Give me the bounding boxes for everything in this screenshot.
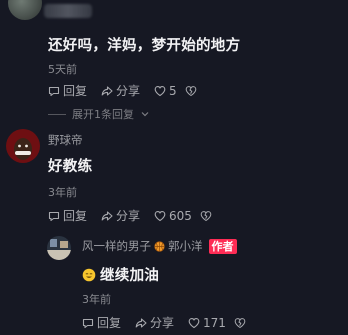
- chevron-down-icon: [141, 112, 149, 117]
- like-button[interactable]: 5: [154, 84, 177, 98]
- broken-heart-icon: [200, 210, 212, 221]
- heart-icon: [188, 317, 200, 328]
- avatar-image: [6, 129, 40, 163]
- basketball-icon: [154, 240, 165, 252]
- reply-icon: [48, 211, 60, 221]
- share-button[interactable]: 分享: [135, 314, 174, 331]
- like-count: 605: [169, 208, 192, 223]
- comment-text: 还好吗，洋妈，梦开始的地方: [48, 38, 241, 54]
- broken-heart-icon: [234, 317, 246, 328]
- smile-emoji-icon: [82, 268, 96, 281]
- share-button[interactable]: 分享: [101, 82, 140, 99]
- dislike-button[interactable]: [200, 210, 212, 222]
- like-count: 171: [203, 315, 226, 330]
- reply-time: 3年前: [82, 293, 111, 306]
- avatar[interactable]: [47, 236, 71, 260]
- reply-icon: [48, 86, 60, 96]
- comment-text: 好教练: [48, 159, 93, 175]
- reply-username[interactable]: 风一样的男子: [82, 238, 151, 254]
- expand-label: 展开1条回复: [72, 108, 134, 121]
- avatar-image: [47, 236, 71, 260]
- share-icon: [101, 85, 113, 96]
- avatar[interactable]: [8, 0, 42, 20]
- comment-actions: 回复 分享 5: [48, 82, 211, 99]
- share-label: 分享: [116, 209, 141, 223]
- share-button[interactable]: 分享: [101, 207, 140, 224]
- expand-replies-button[interactable]: 展开1条回复: [48, 106, 150, 122]
- author-badge: 作者: [208, 238, 237, 254]
- reply-icon: [82, 318, 94, 328]
- like-button[interactable]: 605: [154, 209, 192, 223]
- reply-text: 继续加油: [100, 268, 160, 284]
- reply-actions: 回复 分享 171: [82, 314, 260, 331]
- reply-text-row: 继续加油: [82, 264, 159, 285]
- comment-time: 5天前: [48, 63, 77, 76]
- divider: [48, 113, 66, 115]
- reply-username-row: 风一样的男子 郭小洋 作者: [82, 238, 237, 254]
- heart-icon: [154, 85, 166, 96]
- share-label: 分享: [150, 316, 175, 330]
- reply-button[interactable]: 回复: [48, 82, 87, 99]
- comment-actions: 回复 分享 605: [48, 207, 226, 224]
- reply-username-suffix[interactable]: 郭小洋: [168, 238, 203, 254]
- comment-username[interactable]: 野球帝: [48, 132, 83, 148]
- reply-label: 回复: [97, 316, 122, 330]
- reply-button[interactable]: 回复: [82, 314, 121, 331]
- username-blurred[interactable]: [44, 4, 92, 18]
- dislike-button[interactable]: [185, 85, 197, 97]
- like-count: 5: [169, 83, 177, 98]
- like-button[interactable]: 171: [188, 316, 226, 330]
- reply-label: 回复: [63, 84, 88, 98]
- comment-time: 3年前: [48, 186, 77, 199]
- dislike-button[interactable]: [234, 317, 246, 329]
- share-icon: [101, 210, 113, 221]
- reply-button[interactable]: 回复: [48, 207, 87, 224]
- share-label: 分享: [116, 84, 141, 98]
- reply-label: 回复: [63, 209, 88, 223]
- avatar[interactable]: [6, 129, 40, 163]
- broken-heart-icon: [185, 85, 196, 96]
- heart-icon: [154, 210, 166, 221]
- share-icon: [135, 317, 147, 328]
